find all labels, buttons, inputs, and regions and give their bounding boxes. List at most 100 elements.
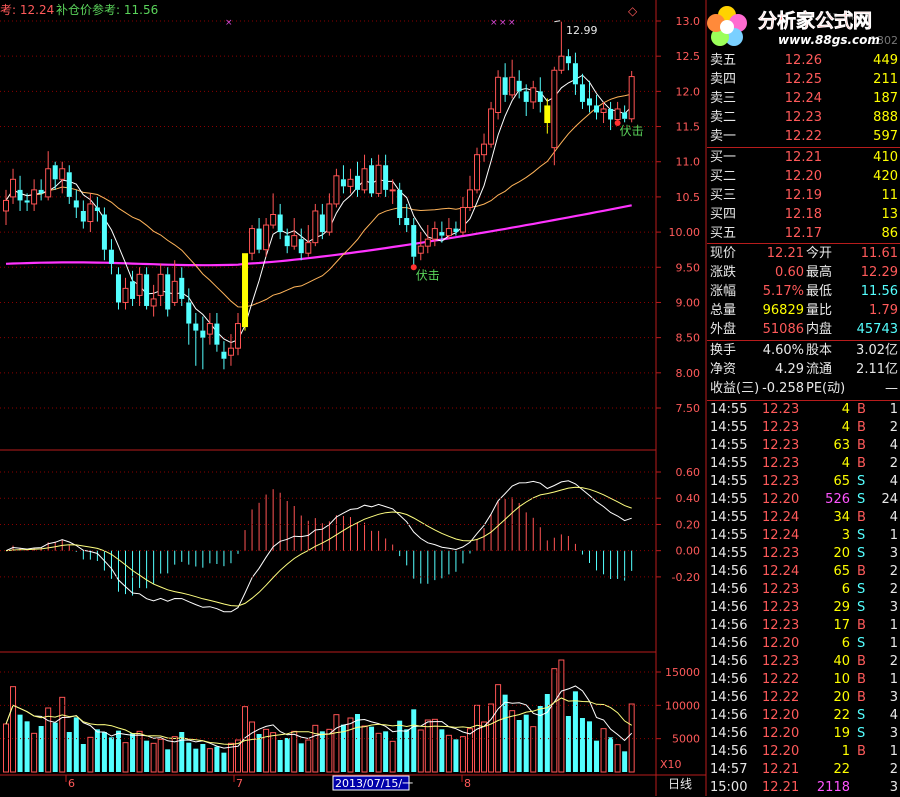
- top-marker-icon: ×: [225, 18, 233, 28]
- tick-row[interactable]: 14:56 12.20 6 S 1: [0, 635, 900, 653]
- tick-time: 14:56: [710, 708, 748, 723]
- ask-level-label: 卖三: [710, 91, 737, 106]
- tick-time: 14:57: [710, 762, 748, 777]
- tick-time: 14:55: [710, 546, 748, 561]
- tick-volume: 34: [833, 510, 850, 525]
- quote-stat-row: 外盘 51086 内盘 45743: [0, 321, 900, 339]
- tick-price: 12.20: [762, 726, 800, 741]
- tick-volume: 65: [833, 564, 850, 579]
- stat-value: 12.21: [766, 246, 804, 261]
- bid-volume: 86: [881, 226, 898, 241]
- tick-side: B: [857, 654, 866, 669]
- ask-price: 12.25: [784, 72, 822, 87]
- tick-count: 1: [889, 636, 898, 651]
- tick-volume: 6: [841, 582, 850, 597]
- tick-count: 3: [889, 546, 898, 561]
- tick-count: 4: [889, 474, 898, 489]
- tick-price: 12.23: [762, 402, 800, 417]
- tick-count: 1: [889, 672, 898, 687]
- tick-side: B: [857, 510, 866, 525]
- tick-volume: 4: [841, 402, 850, 417]
- ask-price: 12.26: [784, 53, 822, 68]
- tick-price: 12.23: [762, 420, 800, 435]
- tick-row[interactable]: 14:55 12.20 526 S 24: [0, 491, 900, 509]
- tick-price: 12.23: [762, 546, 800, 561]
- logo-title: 分析家公式网: [758, 9, 872, 32]
- tick-volume: 19: [833, 726, 850, 741]
- bid-row[interactable]: 买五 12.17 86: [0, 225, 900, 243]
- divider: [707, 147, 900, 148]
- diamond-icon[interactable]: ◇: [628, 4, 638, 18]
- ask-row[interactable]: 卖二 12.23 888: [0, 109, 900, 127]
- stat-label: 量比: [806, 303, 833, 318]
- tick-price: 12.24: [762, 528, 800, 543]
- ask-volume: 211: [873, 72, 898, 87]
- stat-label: 总量: [710, 303, 737, 318]
- tick-price: 12.23: [762, 456, 800, 471]
- tick-side: B: [857, 618, 866, 633]
- finance-value: 2.11亿: [856, 362, 898, 377]
- tick-volume: 20: [833, 546, 850, 561]
- tick-price: 12.20: [762, 492, 800, 507]
- high-pointer: [554, 20, 561, 23]
- tick-time: 14:56: [710, 564, 748, 579]
- tick-time: 14:55: [710, 492, 748, 507]
- tick-row[interactable]: 14:55 12.23 4 B 1: [0, 401, 900, 419]
- tick-side: B: [857, 564, 866, 579]
- tick-row[interactable]: 15:00 12.21 2118 3: [0, 779, 900, 797]
- tick-row[interactable]: 14:55 12.23 63 B 4: [0, 437, 900, 455]
- stat-label: 最低: [806, 284, 833, 299]
- tick-volume: 526: [825, 492, 850, 507]
- tick-count: 3: [889, 690, 898, 705]
- tick-row[interactable]: 14:56 12.24 65 B 2: [0, 563, 900, 581]
- tick-row[interactable]: 14:55 12.23 4 B 2: [0, 419, 900, 437]
- bid-level-label: 买四: [710, 207, 737, 222]
- site-logo: 42.549 1302 分析家公式网 www.88gs.com: [700, 0, 900, 52]
- top-marker-icon: ×: [499, 18, 507, 28]
- tick-volume: 22: [833, 762, 850, 777]
- tick-time: 14:56: [710, 726, 748, 741]
- tick-row[interactable]: 14:55 12.23 65 S 4: [0, 473, 900, 491]
- bid-volume: 13: [881, 207, 898, 222]
- tick-row[interactable]: 14:56 12.22 10 B 1: [0, 671, 900, 689]
- stat-label: 涨跌: [710, 265, 737, 280]
- ask-row[interactable]: 卖五 12.26 449: [0, 52, 900, 70]
- tick-price: 12.20: [762, 708, 800, 723]
- tick-row[interactable]: 14:56 12.20 19 S 3: [0, 725, 900, 743]
- finance-stat-row: 净资 4.29 流通 2.11亿: [0, 361, 900, 379]
- tick-price: 12.23: [762, 438, 800, 453]
- bid-row[interactable]: 买一 12.21 410: [0, 149, 900, 167]
- ask-price: 12.22: [784, 129, 822, 144]
- stat-value: 12.29: [860, 265, 898, 280]
- tick-row[interactable]: 14:56 12.23 6 S 2: [0, 581, 900, 599]
- ask-row[interactable]: 卖四 12.25 211: [0, 71, 900, 89]
- bid-row[interactable]: 买四 12.18 13: [0, 206, 900, 224]
- tick-volume: 40: [833, 654, 850, 669]
- tick-time: 14:55: [710, 456, 748, 471]
- high-price-annotation: 12.99: [566, 24, 598, 37]
- tick-row[interactable]: 14:55 12.23 4 B 2: [0, 455, 900, 473]
- bid-row[interactable]: 买三 12.19 11: [0, 187, 900, 205]
- finance-value: 3.02亿: [856, 343, 898, 358]
- tick-row[interactable]: 14:56 12.23 17 B 1: [0, 617, 900, 635]
- tick-row[interactable]: 14:55 12.23 20 S 3: [0, 545, 900, 563]
- tick-row[interactable]: 14:57 12.21 22 2: [0, 761, 900, 779]
- bid-row[interactable]: 买二 12.20 420: [0, 168, 900, 186]
- tick-row[interactable]: 14:56 12.23 29 S 3: [0, 599, 900, 617]
- tick-time: 15:00: [710, 780, 748, 795]
- bid-volume: 410: [873, 150, 898, 165]
- tick-time: 14:55: [710, 438, 748, 453]
- tick-row[interactable]: 14:56 12.23 40 B 2: [0, 653, 900, 671]
- stat-label: 外盘: [710, 322, 737, 337]
- tick-row[interactable]: 14:56 12.20 22 S 4: [0, 707, 900, 725]
- ask-volume: 449: [873, 53, 898, 68]
- tick-row[interactable]: 14:56 12.22 20 B 3: [0, 689, 900, 707]
- finance-value: —: [885, 381, 898, 396]
- tick-row[interactable]: 14:55 12.24 34 B 4: [0, 509, 900, 527]
- ask-row[interactable]: 卖三 12.24 187: [0, 90, 900, 108]
- ask-row[interactable]: 卖一 12.22 597: [0, 128, 900, 146]
- tick-count: 24: [881, 492, 898, 507]
- tick-count: 1: [889, 744, 898, 759]
- tick-row[interactable]: 14:55 12.24 3 S 1: [0, 527, 900, 545]
- tick-row[interactable]: 14:56 12.20 1 B 1: [0, 743, 900, 761]
